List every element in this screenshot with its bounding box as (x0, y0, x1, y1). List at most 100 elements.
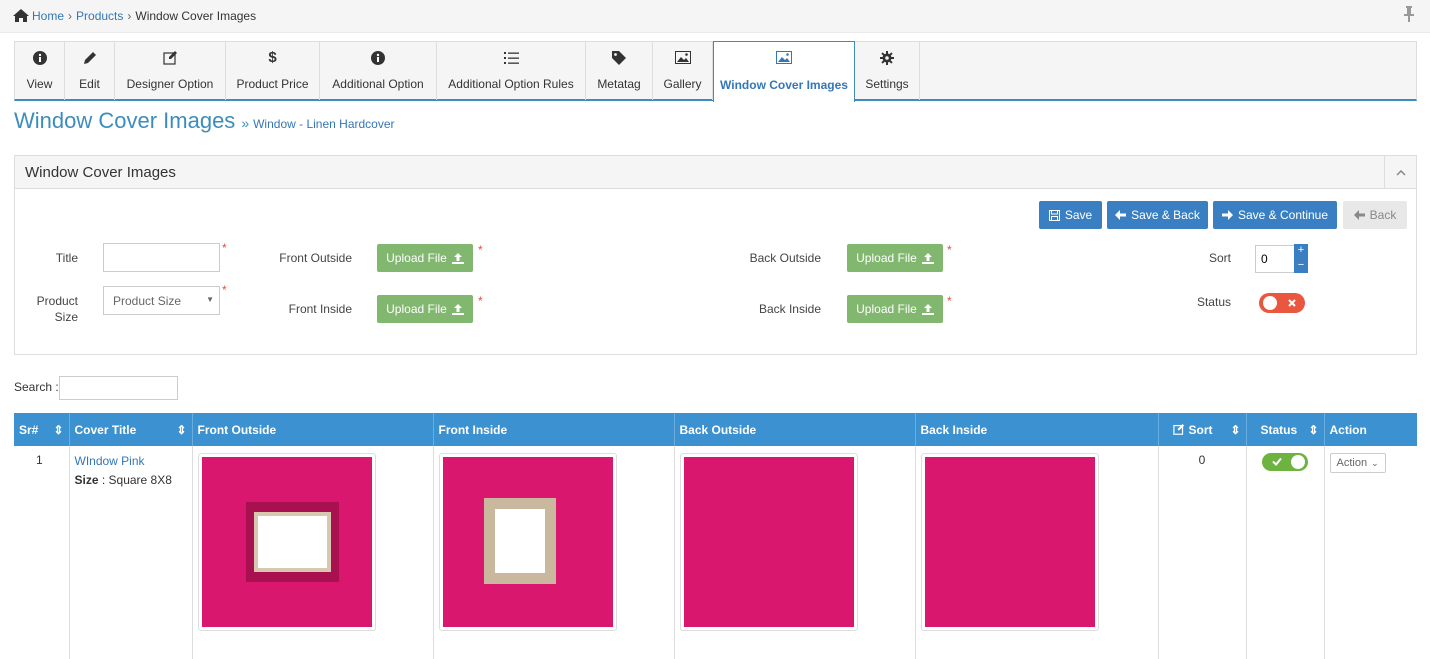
row-back-inside-cell (915, 446, 1159, 659)
tab-edit[interactable]: Edit (65, 42, 115, 100)
size-info: Size : Square 8X8 (75, 473, 187, 487)
size-label: Size (74, 473, 99, 487)
tab-additional-option-rules[interactable]: Additional Option Rules (437, 42, 586, 100)
row-front-outside-cell (192, 446, 434, 659)
increment-button[interactable]: + (1294, 244, 1308, 259)
upload-label: Upload File (856, 251, 917, 265)
page-title: Window Cover Images » Window - Linen Hardc… (14, 108, 395, 134)
status-toggle[interactable] (1259, 293, 1305, 313)
row-sort: 0 (1158, 446, 1247, 659)
arrow-left-icon (1353, 210, 1365, 220)
save-back-button[interactable]: Save & Back (1107, 201, 1208, 229)
cover-images-table: Sr# ⇕ Cover Title ⇕ Front Outside Front In… (14, 413, 1417, 659)
tab-label: Edit (79, 77, 100, 91)
front-outside-label: Front Outside (279, 251, 352, 265)
decrement-button[interactable]: − (1294, 259, 1308, 273)
sort-icon: ⇕ (1230, 423, 1241, 437)
front-inside-image[interactable] (438, 453, 617, 631)
save-button[interactable]: Save (1039, 201, 1102, 229)
column-header-status[interactable]: Status ⇕ (1246, 413, 1325, 446)
status-label: Status (1196, 295, 1231, 309)
image-icon (653, 51, 712, 67)
chevron-down-icon: ⌄ (1371, 457, 1379, 468)
size-value: : Square 8X8 (101, 473, 172, 487)
image-icon (714, 51, 854, 67)
edit-icon (115, 51, 225, 67)
upload-label: Upload File (386, 251, 447, 265)
title-input[interactable] (103, 243, 220, 272)
double-chevron-icon: » (241, 115, 250, 131)
info-icon (15, 51, 64, 67)
tab-label: Additional Option Rules (448, 77, 574, 91)
breadcrumb-current: Window Cover Images (135, 9, 257, 23)
breadcrumb-home-link[interactable]: Home (32, 9, 64, 23)
toggle-knob (1291, 455, 1305, 469)
form-panel: Window Cover Images Save Save & Back Sav… (14, 155, 1417, 355)
row-action-cell: Action ⌄ (1324, 446, 1417, 659)
breadcrumb-separator: › (68, 9, 73, 23)
save-back-label: Save & Back (1131, 208, 1200, 222)
product-size-value: Product Size (113, 294, 182, 308)
row-back-outside-cell (674, 446, 916, 659)
row-sr: 1 (14, 446, 70, 659)
back-inside-image[interactable] (920, 453, 1099, 631)
tab-designer-option[interactable]: Designer Option (115, 42, 226, 100)
tab-label: Gallery (663, 77, 702, 91)
info-icon (320, 51, 436, 67)
collapse-button[interactable] (1384, 156, 1416, 189)
upload-front-inside-button[interactable]: Upload File (377, 295, 473, 323)
save-continue-label: Save & Continue (1237, 208, 1329, 222)
arrow-left-icon (1115, 210, 1127, 220)
action-dropdown[interactable]: Action ⌄ (1329, 453, 1386, 473)
column-header-front-outside: Front Outside (192, 413, 434, 446)
tab-bar: View Edit Designer Option $ Product Pric… (14, 41, 1417, 102)
column-header-back-outside: Back Outside (674, 413, 916, 446)
arrow-right-icon (1221, 210, 1233, 220)
column-header-cover-title[interactable]: Cover Title ⇕ (69, 413, 193, 446)
save-continue-button[interactable]: Save & Continue (1213, 201, 1337, 229)
column-label: Status (1260, 422, 1298, 437)
check-icon (1272, 457, 1282, 466)
column-label: Front Outside (197, 422, 277, 437)
column-label: Sort (1188, 422, 1213, 437)
upload-label: Upload File (386, 302, 447, 316)
tab-settings[interactable]: Settings (855, 42, 920, 100)
sort-icon: ⇕ (1308, 423, 1319, 437)
breadcrumb-products-link[interactable]: Products (76, 9, 123, 23)
tab-metatag[interactable]: Metatag (586, 42, 653, 100)
tab-additional-option[interactable]: Additional Option (320, 42, 437, 100)
gear-icon (855, 51, 919, 67)
column-label: Front Inside (438, 422, 508, 437)
front-outside-image[interactable] (197, 453, 376, 631)
back-label: Back (1369, 208, 1397, 222)
upload-icon (451, 303, 464, 315)
sort-input[interactable] (1255, 245, 1295, 273)
search-input[interactable] (59, 376, 178, 400)
sort-label: Sort (1208, 251, 1231, 265)
cover-title-link[interactable]: WIndow Pink (75, 454, 187, 468)
column-label: Sr# (19, 422, 39, 437)
back-outside-image[interactable] (679, 453, 858, 631)
tab-view[interactable]: View (15, 42, 65, 100)
required-mark: * (222, 241, 227, 255)
tab-product-price[interactable]: $ Product Price (226, 42, 320, 100)
tab-window-cover-images[interactable]: Window Cover Images (713, 41, 855, 102)
home-icon[interactable] (13, 9, 29, 25)
front-inside-label: Front Inside (288, 302, 352, 316)
close-icon (1288, 299, 1296, 307)
pin-icon[interactable] (1404, 6, 1414, 22)
page-subtitle: Window - Linen Hardcover (253, 117, 395, 131)
upload-front-outside-button[interactable]: Upload File (377, 244, 473, 272)
panel-header: Window Cover Images (15, 156, 1416, 189)
upload-back-outside-button[interactable]: Upload File (847, 244, 943, 272)
column-header-sort[interactable]: Sort ⇕ (1158, 413, 1247, 446)
upload-back-inside-button[interactable]: Upload File (847, 295, 943, 323)
row-status-toggle[interactable] (1262, 453, 1308, 471)
required-mark: * (478, 243, 483, 257)
back-button[interactable]: Back (1343, 201, 1407, 229)
toggle-knob (1263, 296, 1277, 310)
column-header-sr[interactable]: Sr# ⇕ (14, 413, 70, 446)
tab-gallery[interactable]: Gallery (653, 42, 713, 100)
product-size-select[interactable]: Product Size ▼ (103, 286, 220, 315)
back-inside-label: Back Inside (758, 302, 821, 316)
